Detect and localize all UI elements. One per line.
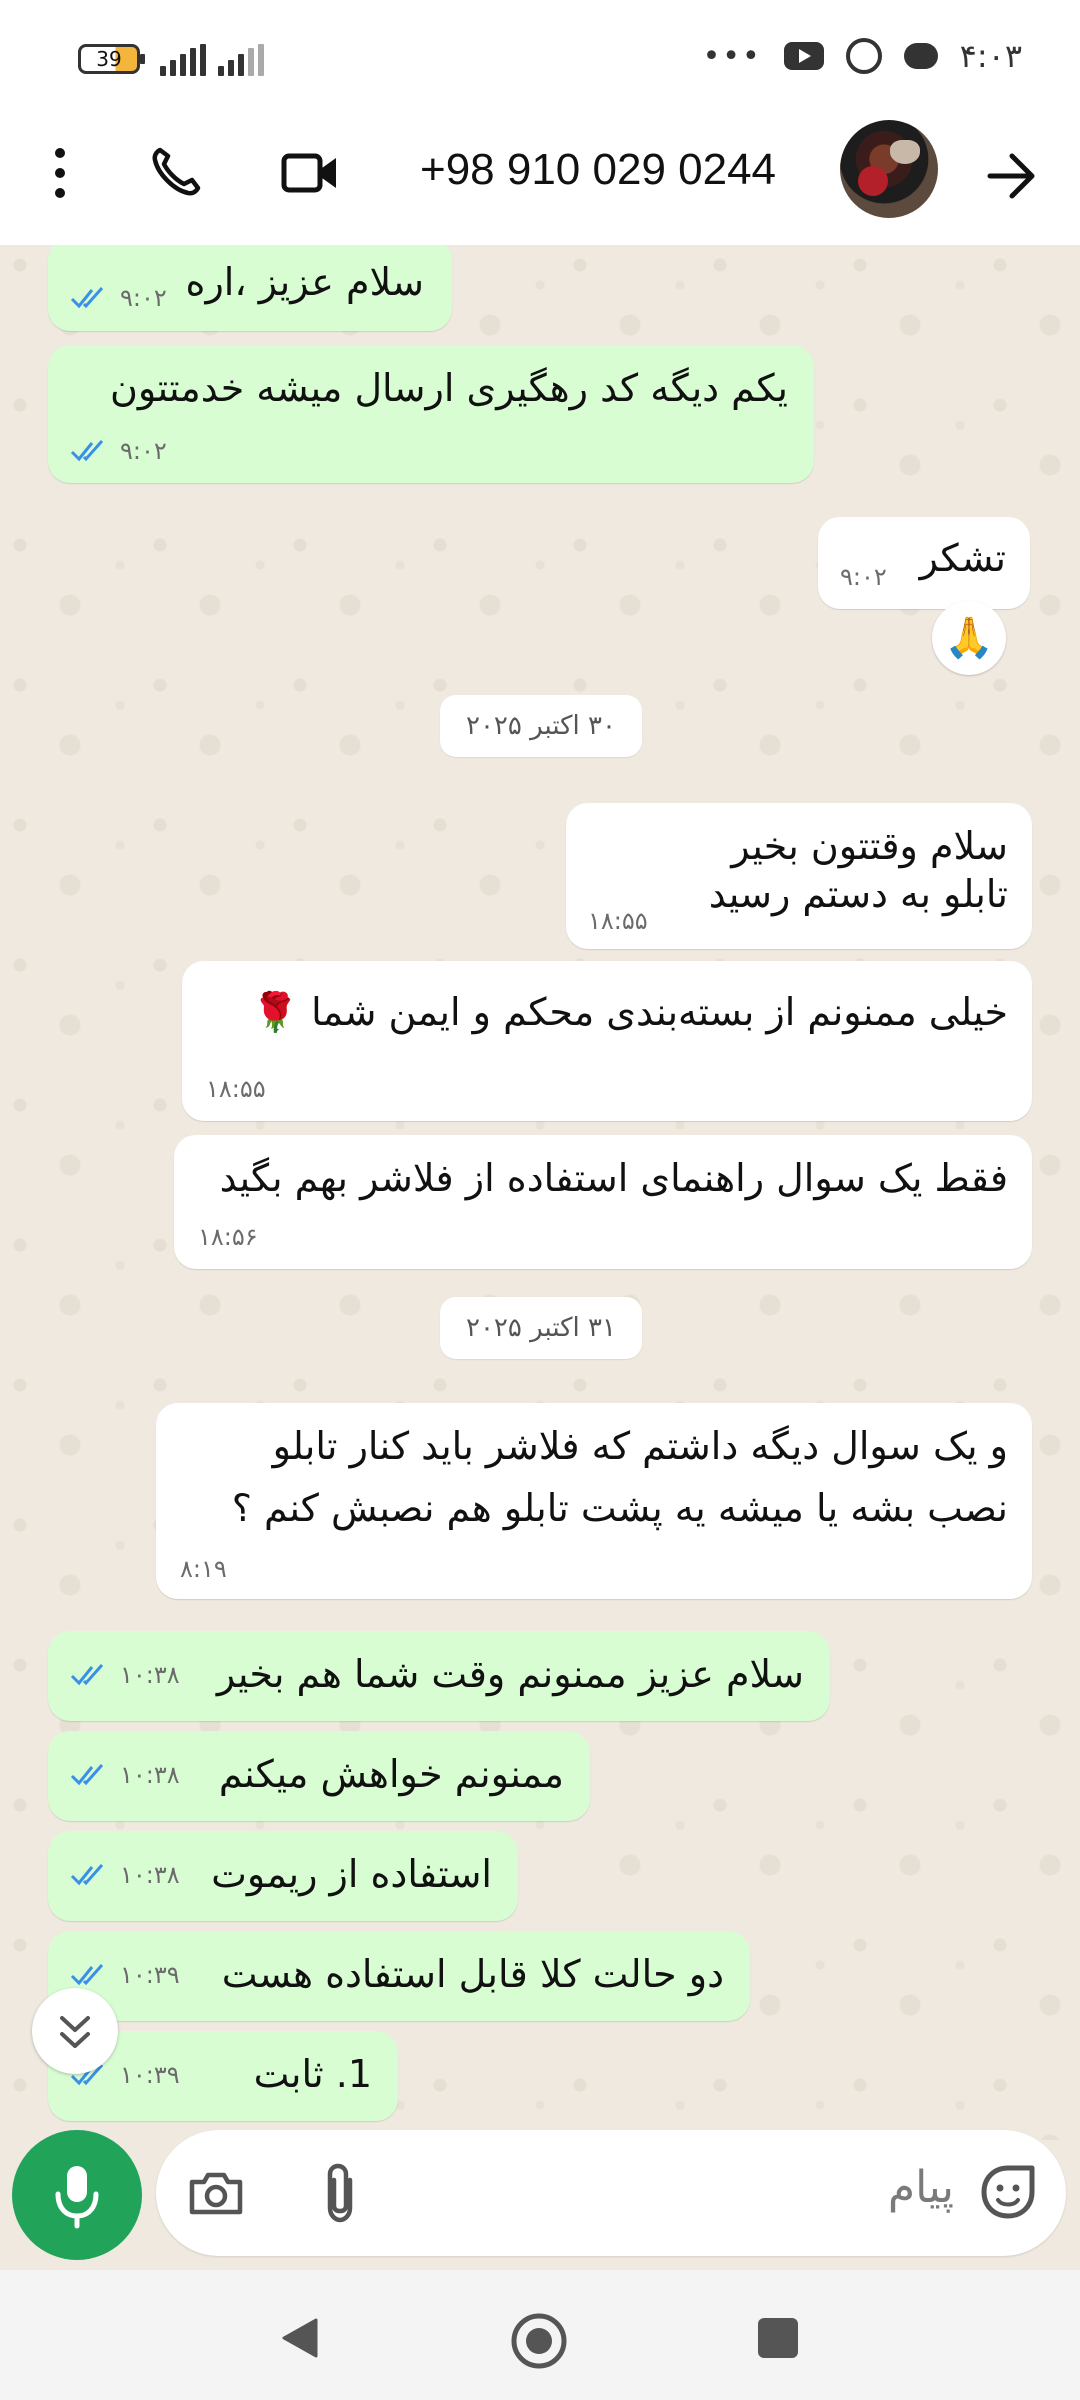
phone-icon[interactable] [148,144,204,200]
message-text: فقط یک سوال راهنمای استفاده از فلاشر بهم… [219,1156,1008,1200]
clock: ۴:۰۳ [959,37,1022,75]
message-text: و یک سوال دیگه داشتم که فلاشر باید کنار … [272,1424,1008,1468]
status-right: ••• ۴:۰۳ [703,34,1022,78]
whatsapp-icon [845,38,882,74]
chat-header: +98 910 029 0244 [0,110,1080,246]
message-bubble-outgoing[interactable]: ممنونم خواهش میکنم ۱۰:۳۸ [48,1731,590,1821]
avatar[interactable] [840,120,938,218]
message-text: دو حالت کلا قابل استفاده هست [221,1952,724,1996]
youtube-icon [783,42,824,70]
nav-home-icon[interactable] [510,2312,568,2370]
message-bubble-outgoing[interactable]: یکم دیگه کد رهگیری ارسال میشه خدمتتون ۹:… [48,345,814,483]
message-time: ۹:۰۲ [120,437,167,465]
message-meta: ۱۰:۳۸ [70,1861,180,1889]
message-bubble-outgoing[interactable]: سلام عزیز ،اره ۹:۰۲ [48,245,452,331]
battery-icon: 39 [78,44,145,74]
message-text: سلام عزیز ،اره [185,260,424,304]
message-time: ۱۸:۵۵ [206,1075,266,1103]
message-meta: ۱۰:۳۹ [70,1961,180,1989]
message-time: ۱۰:۳۸ [120,1661,180,1689]
message-text: استفاده از ریموت [211,1852,492,1896]
attach-icon[interactable] [314,2160,366,2226]
overflow-indicator: ••• [702,38,762,74]
date-separator: ۳۱ اکتبر ۲۰۲۵ [440,1297,642,1359]
message-meta: ۸:۱۹ [180,1555,227,1583]
message-meta: ۱۸:۵۶ [198,1223,258,1251]
message-meta: ۹:۰۲ [840,563,887,591]
message-time: ۱۰:۳۸ [120,1861,180,1889]
message-bubble-incoming[interactable]: تشکر ۹:۰۲ [818,517,1030,609]
read-ticks-icon [70,1964,104,1986]
mic-icon [55,2166,99,2229]
double-chevron-down-icon [60,2016,90,2048]
message-bubble-outgoing[interactable]: استفاده از ریموت ۱۰:۳۸ [48,1831,518,1921]
reaction-badge[interactable]: 🙏 [932,601,1006,675]
message-text: یکم دیگه کد رهگیری ارسال میشه خدمتتون [109,366,788,410]
message-text: 1. ثابت [253,2052,372,2096]
system-nav-bar [0,2270,1080,2400]
message-bubble-incoming[interactable]: و یک سوال دیگه داشتم که فلاشر باید کنار … [156,1403,1032,1599]
read-ticks-icon [70,1864,104,1886]
battery-level: 39 [96,47,122,71]
message-time: ۸:۱۹ [180,1555,227,1583]
message-meta: ۱۰:۳۸ [70,1761,180,1789]
video-call-icon[interactable] [280,148,340,198]
message-bubble-outgoing[interactable]: سلام عزیز ممنونم وقت شما هم بخیر ۱۰:۳۸ [48,1631,830,1721]
message-bubble-outgoing[interactable]: دو حالت کلا قابل استفاده هست ۱۰:۳۹ [48,1931,750,2021]
date-separator: ۳۰ اکتبر ۲۰۲۵ [440,695,642,757]
message-text: تشکر [919,536,1006,580]
nav-back-icon[interactable] [280,2316,320,2360]
message-text: تابلو به دستم رسید [708,872,1008,916]
message-meta: ۱۰:۳۸ [70,1661,180,1689]
message-icon [903,43,938,69]
message-time: ۹:۰۲ [120,284,167,312]
signal-icon [160,42,206,76]
read-ticks-icon [70,287,104,309]
back-arrow-icon[interactable] [984,148,1040,204]
message-meta: ۱۸:۵۵ [588,907,648,935]
message-text: نصب بشه یا میشه یه پشت تابلو هم نصبش کنم… [231,1486,1008,1530]
nav-recents-icon[interactable] [758,2318,798,2358]
message-meta: ۹:۰۲ [70,437,167,465]
message-time: ۱۰:۳۹ [120,1961,180,1989]
message-placeholder: پیام [887,2162,954,2213]
message-time: ۱۸:۵۵ [588,907,648,935]
status-bar: 39 ••• ۴:۰۳ [0,0,1080,110]
contact-name[interactable]: +98 910 029 0244 [420,138,810,202]
message-bubble-incoming[interactable]: خیلی ممنونم از بسته‌بندی محکم و ایمن شما… [182,961,1032,1121]
message-bubble-incoming[interactable]: سلام وقتتون بخیر تابلو به دستم رسید ۱۸:۵… [566,803,1032,949]
message-time: ۱۰:۳۸ [120,1761,180,1789]
message-text: خیلی ممنونم از بسته‌بندی محکم و ایمن شما… [251,990,1008,1034]
message-meta: ۹:۰۲ [70,284,167,312]
more-vert-icon[interactable] [50,142,70,206]
read-ticks-icon [70,440,104,462]
message-meta: ۱۸:۵۵ [206,1075,266,1103]
chat-messages[interactable]: سلام عزیز ،اره ۹:۰۲ یکم دیگه کد رهگیری ا… [0,245,1080,2140]
signal-icon [218,42,264,76]
camera-icon[interactable] [186,2168,246,2218]
message-time: ۱۰:۳۹ [120,2061,180,2089]
message-input[interactable]: پیام [156,2130,1066,2256]
read-ticks-icon [70,1764,104,1786]
message-text: سلام عزیز ممنونم وقت شما هم بخیر [216,1652,804,1696]
message-time: ۱۸:۵۶ [198,1223,258,1251]
message-bubble-incoming[interactable]: فقط یک سوال راهنمای استفاده از فلاشر بهم… [174,1135,1032,1269]
mic-button[interactable] [12,2130,142,2260]
sticker-icon[interactable] [976,2160,1040,2224]
message-time: ۹:۰۲ [840,563,887,591]
message-text: ممنونم خواهش میکنم [218,1752,564,1796]
read-ticks-icon [70,1664,104,1686]
scroll-to-bottom-button[interactable] [32,1988,118,2074]
